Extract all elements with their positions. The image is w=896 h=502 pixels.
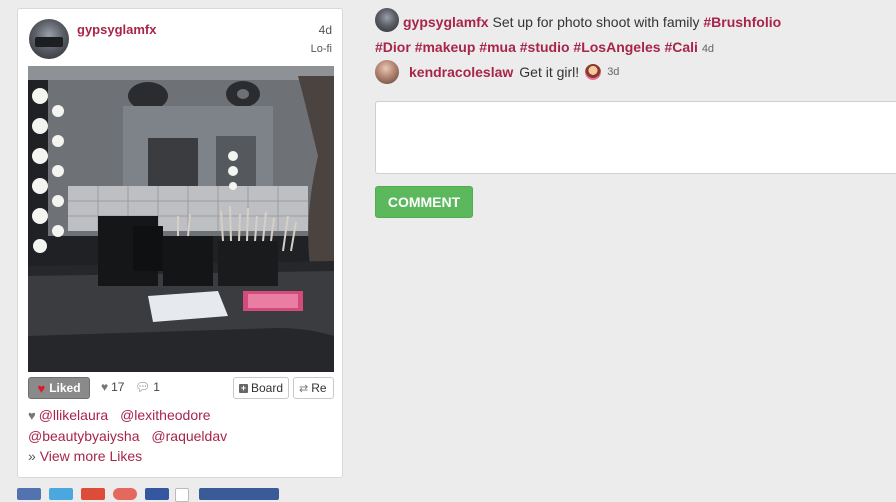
share-button[interactable] <box>199 488 279 500</box>
tumblr-icon[interactable] <box>145 488 169 500</box>
post-caption: gypsyglamfx Set up for photo shoot with … <box>375 8 845 62</box>
post-actions: ♥ Liked ♥ 17 💬︎ 1 + Board ⇄ Re <box>28 377 334 399</box>
repost-icon: ⇄ <box>299 382 309 395</box>
liked-label: Liked <box>49 381 81 395</box>
comment-item: kendracoleslaw Get it girl! 3d <box>375 60 619 84</box>
twitter-icon[interactable] <box>49 488 73 500</box>
comment-count: 1 <box>153 380 160 394</box>
hashtag-link[interactable]: #studio <box>520 39 570 55</box>
view-more-likes-link[interactable]: » View more Likes <box>28 448 142 464</box>
google-plus-icon[interactable] <box>81 488 105 500</box>
caption-time: 4d <box>701 43 715 55</box>
liker-link[interactable]: @beautybyaiysha <box>28 428 140 444</box>
liked-button[interactable]: ♥ Liked <box>28 377 90 399</box>
like-count-stat[interactable]: ♥ 17 <box>101 380 124 394</box>
heart-icon: ♥ <box>28 408 36 423</box>
board-label: Board <box>251 381 284 395</box>
caption-username-link[interactable]: gypsyglamfx <box>403 14 489 30</box>
raquo-icon: » <box>28 448 36 464</box>
hashtag-link[interactable]: #LosAngeles <box>573 39 660 55</box>
commenter-username-link[interactable]: kendracoleslaw <box>409 64 513 80</box>
user-avatar[interactable] <box>29 19 69 59</box>
post-photo[interactable] <box>28 66 334 372</box>
caption-text: Set up for photo shoot with family <box>492 14 700 30</box>
pinterest-icon[interactable] <box>113 488 137 500</box>
hashtag-link[interactable]: #Dior <box>375 39 411 55</box>
add-to-board-button[interactable]: + Board <box>233 377 290 399</box>
heart-icon: ♥ <box>37 380 46 396</box>
likers-list: ♥ @llikelaura @lexitheodore @beautybyaiys… <box>28 405 334 466</box>
speech-bubble-icon: 💬︎ <box>135 380 151 394</box>
post-username-link[interactable]: gypsyglamfx <box>77 22 156 37</box>
post-time: 4d <box>318 23 332 37</box>
repost-button[interactable]: ⇄ Re <box>293 377 334 399</box>
plus-icon: + <box>239 382 248 393</box>
post-card: gypsyglamfx 4d Lo-fi ♥ Liked ♥ 17 💬︎ 1 +… <box>17 8 343 478</box>
liker-link[interactable]: @raqueldav <box>151 428 227 444</box>
caption-avatar[interactable] <box>375 8 399 32</box>
comment-text: Get it girl! <box>519 64 580 80</box>
comment-input[interactable] <box>375 101 896 174</box>
liker-link[interactable]: @llikelaura <box>39 407 108 423</box>
girl-emoji-icon <box>585 64 602 80</box>
heart-outline-icon: ♥ <box>101 380 109 394</box>
post-filter: Lo-fi <box>310 43 332 55</box>
hashtag-link[interactable]: #makeup <box>415 39 476 55</box>
commenter-avatar[interactable] <box>375 60 399 84</box>
repost-label: Re <box>311 381 327 395</box>
hashtag-link[interactable]: #Cali <box>664 39 697 55</box>
comment-submit-button[interactable]: COMMENT <box>375 186 473 218</box>
share-checkbox[interactable] <box>175 488 189 502</box>
view-more-likes-label: View more Likes <box>39 448 143 464</box>
like-count: 17 <box>111 380 125 394</box>
facebook-icon[interactable] <box>17 488 41 500</box>
hashtag-link[interactable]: #Brushfolio <box>703 14 781 30</box>
hashtag-link[interactable]: #mua <box>479 39 516 55</box>
comment-time: 3d <box>607 66 620 78</box>
comment-count-stat[interactable]: 💬︎ 1 <box>135 380 160 394</box>
liker-link[interactable]: @lexitheodore <box>120 407 211 423</box>
